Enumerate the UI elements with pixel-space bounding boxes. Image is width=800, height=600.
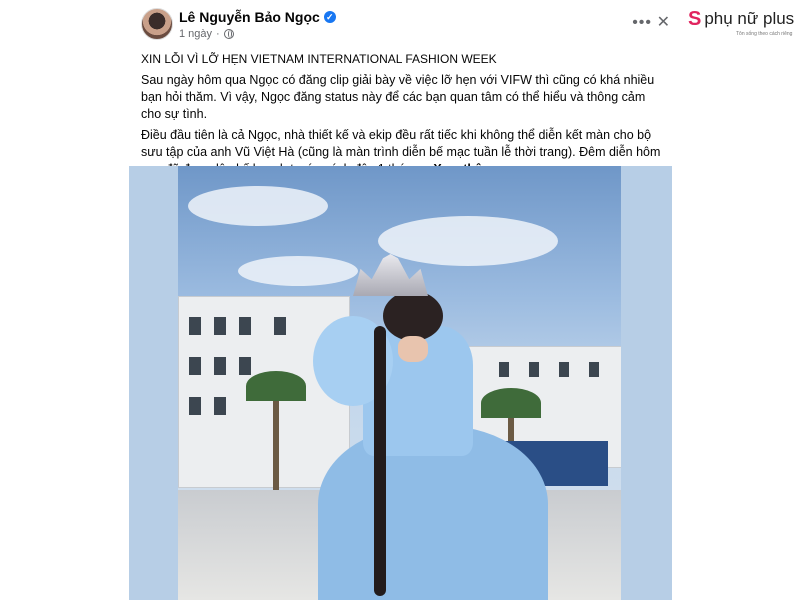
- post-title: XIN LỖI VÌ LỠ HẸN VIETNAM INTERNATIONAL …: [141, 52, 497, 66]
- window: [239, 317, 251, 335]
- post-media[interactable]: [129, 166, 672, 600]
- window: [214, 357, 226, 375]
- globe-icon: [223, 29, 234, 39]
- palm-fronds: [481, 388, 541, 418]
- window: [189, 397, 201, 415]
- cloud: [238, 256, 358, 286]
- close-button[interactable]: ✕: [657, 12, 670, 32]
- braid: [374, 326, 386, 596]
- facebook-post-card: Lê Nguyễn Bảo Ngọc ✓ 1 ngày · ••• ✕ XIN …: [129, 0, 672, 600]
- hair: [383, 291, 443, 341]
- post-meta: 1 ngày ·: [179, 28, 234, 40]
- more-options-button[interactable]: •••: [632, 14, 652, 32]
- brand-tagline: Tôn sống theo cách riêng: [736, 31, 793, 37]
- window: [559, 362, 569, 377]
- verified-badge-icon: ✓: [323, 11, 336, 23]
- post-time[interactable]: 1 ngày: [179, 28, 212, 40]
- author-header: Lê Nguyễn Bảo Ngọc ✓: [179, 9, 336, 25]
- author-name[interactable]: Lê Nguyễn Bảo Ngọc: [179, 9, 320, 25]
- window: [274, 317, 286, 335]
- window: [214, 397, 226, 415]
- meta-separator: ·: [216, 28, 220, 40]
- brand-logo-mark: S: [688, 8, 702, 30]
- window: [499, 362, 509, 377]
- post-paragraph-1: Sau ngày hôm qua Ngọc có đăng clip giải …: [141, 73, 655, 121]
- author-avatar[interactable]: [141, 8, 173, 40]
- brand-logo-text: phụ nữ plus: [704, 9, 795, 28]
- window: [239, 357, 251, 375]
- window: [189, 357, 201, 375]
- cloud: [188, 186, 328, 226]
- window: [189, 317, 201, 335]
- palm-fronds: [246, 371, 306, 401]
- brand-logo: S phụ nữ plus: [688, 8, 795, 30]
- window: [589, 362, 599, 377]
- window: [214, 317, 226, 335]
- post-photo[interactable]: [178, 166, 621, 600]
- palm-tree: [273, 391, 279, 491]
- window: [529, 362, 539, 377]
- hand: [398, 336, 428, 362]
- cloud: [378, 216, 558, 266]
